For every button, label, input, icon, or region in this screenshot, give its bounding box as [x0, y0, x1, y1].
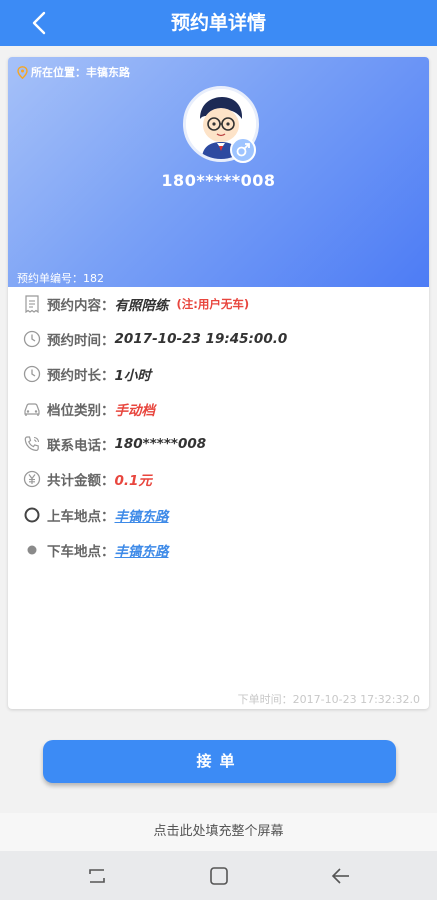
order-created-time: 下单时间：2017-10-23 17:32:32.0: [237, 693, 420, 706]
location-label: 所在位置：: [31, 66, 86, 79]
page-title: 预约单详情: [170, 12, 266, 34]
detail-label: 共计金额：: [47, 473, 115, 489]
detail-row-dropoff: 下车地点： 丰镐东路: [23, 538, 169, 562]
phone-icon: [23, 435, 41, 453]
clock-icon: [23, 330, 41, 348]
detail-row-content: 预约内容： 有照陪练 (注:用户无车): [23, 292, 249, 316]
detail-label: 档位类别：: [47, 403, 115, 419]
system-nav-bar: [0, 851, 437, 900]
detail-value[interactable]: 180*****008: [115, 436, 207, 452]
detail-label: 预约时间：: [47, 333, 115, 349]
nav-back-icon[interactable]: [330, 865, 352, 887]
order-number: 预约单编号：182: [17, 270, 104, 286]
location-info: 所在位置： 丰镐东路: [17, 64, 130, 80]
yuan-icon: [23, 470, 41, 488]
detail-row-phone: 联系电话： 180*****008: [23, 432, 206, 456]
dot-icon: [23, 541, 41, 559]
app-header: 预约单详情: [0, 0, 437, 46]
ring-icon: [23, 506, 41, 524]
detail-value: 有照陪练: [114, 298, 169, 314]
detail-label: 上车地点：: [47, 509, 115, 525]
detail-value: 2017-10-23 19:45:00.0: [114, 331, 288, 347]
detail-note: (注:用户无车): [176, 297, 250, 311]
order-number-label: 预约单编号：: [17, 272, 83, 285]
fill-screen-hint[interactable]: 点击此处填充整个屏幕: [0, 813, 437, 851]
detail-row-duration: 预约时长： 1小时: [23, 362, 151, 386]
detail-label: 预约时长：: [47, 368, 115, 384]
detail-label: 下车地点：: [47, 544, 115, 560]
location-value: 丰镐东路: [86, 66, 130, 79]
clock-icon: [23, 365, 41, 383]
detail-row-pickup: 上车地点： 丰镐东路: [23, 503, 169, 527]
detail-row-time: 预约时间： 2017-10-23 19:45:00.0: [23, 327, 287, 351]
order-detail-card: 所在位置： 丰镐东路 180*****008 预约单编号：182 预约内容： 有…: [8, 57, 429, 709]
user-phone: 180*****008: [161, 171, 276, 190]
male-gender-icon: [230, 137, 256, 163]
accept-order-button[interactable]: 接单: [43, 740, 396, 783]
order-number-value: 182: [83, 272, 104, 285]
detail-value: 1小时: [114, 368, 151, 384]
receipt-icon: [23, 295, 41, 313]
pickup-location-link[interactable]: 丰镐东路: [115, 505, 169, 525]
detail-value: 0.1元: [114, 473, 152, 489]
hero-banner: 所在位置： 丰镐东路 180*****008 预约单编号：182: [8, 57, 429, 287]
recent-apps-icon[interactable]: [86, 865, 108, 887]
detail-row-gear: 档位类别： 手动档: [23, 397, 155, 421]
dropoff-location-link[interactable]: 丰镐东路: [115, 540, 169, 560]
home-icon[interactable]: [208, 865, 230, 887]
detail-label: 预约内容：: [47, 298, 115, 314]
car-icon: [23, 400, 41, 418]
location-pin-icon: [17, 65, 28, 79]
detail-value: 手动档: [114, 403, 156, 419]
detail-label: 联系电话：: [47, 438, 115, 454]
detail-row-amount: 共计金额： 0.1元: [23, 467, 152, 491]
